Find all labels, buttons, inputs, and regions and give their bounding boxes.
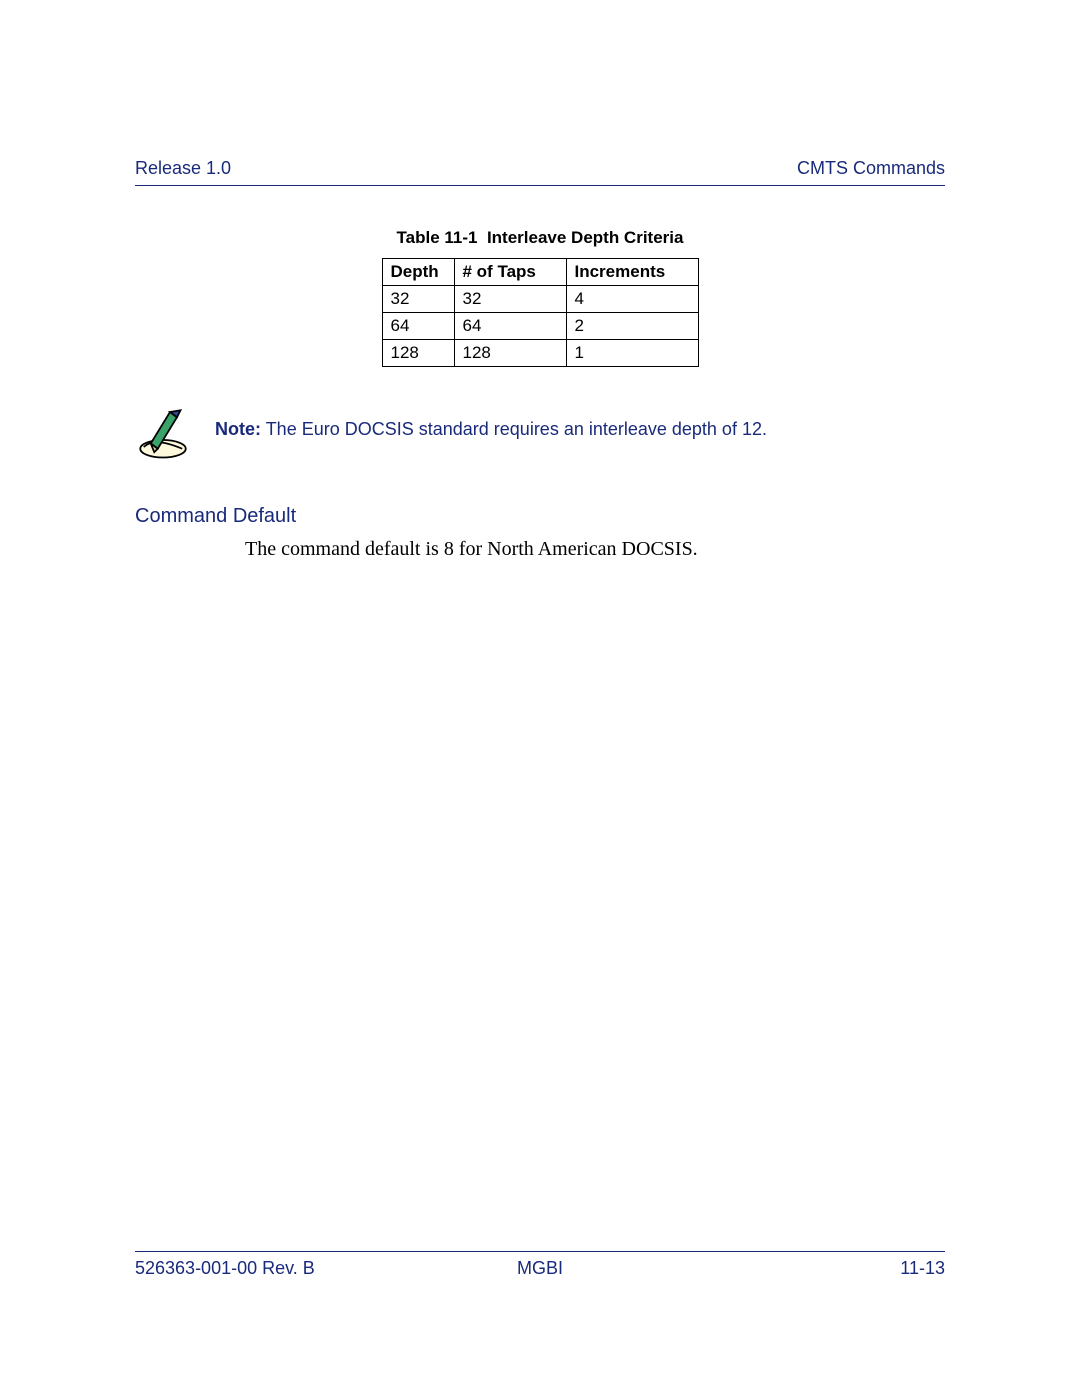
note-label: Note: bbox=[215, 419, 261, 439]
cell-depth: 128 bbox=[382, 340, 454, 367]
page-footer: 526363-001-00 Rev. B MGBI 11-13 bbox=[135, 1251, 945, 1279]
table-caption-prefix: Table 11-1 bbox=[397, 228, 478, 247]
cell-incr: 1 bbox=[566, 340, 698, 367]
cell-incr: 2 bbox=[566, 313, 698, 340]
page: Release 1.0 CMTS Commands Table 11-1 Int… bbox=[0, 0, 1080, 1397]
header-left: Release 1.0 bbox=[135, 158, 231, 179]
interleave-depth-table: Depth # of Taps Increments 32 32 4 64 64… bbox=[382, 258, 699, 367]
section-heading: Command Default bbox=[135, 505, 945, 528]
pen-note-icon bbox=[135, 405, 191, 461]
note-block: Note: The Euro DOCSIS standard requires … bbox=[135, 405, 945, 461]
col-header-depth: Depth bbox=[382, 259, 454, 286]
cell-taps: 32 bbox=[454, 286, 566, 313]
footer-center: MGBI bbox=[135, 1258, 945, 1279]
cell-taps: 64 bbox=[454, 313, 566, 340]
section-body: The command default is 8 for North Ameri… bbox=[245, 538, 945, 561]
table-caption-title: Interleave Depth Criteria bbox=[487, 228, 684, 247]
note-body: The Euro DOCSIS standard requires an int… bbox=[266, 419, 767, 439]
col-header-taps: # of Taps bbox=[454, 259, 566, 286]
table-row: 64 64 2 bbox=[382, 313, 698, 340]
table-row: 32 32 4 bbox=[382, 286, 698, 313]
note-text: Note: The Euro DOCSIS standard requires … bbox=[215, 419, 767, 440]
col-header-increments: Increments bbox=[566, 259, 698, 286]
cell-incr: 4 bbox=[566, 286, 698, 313]
header-right: CMTS Commands bbox=[797, 158, 945, 179]
table-caption: Table 11-1 Interleave Depth Criteria bbox=[135, 228, 945, 248]
table-row: 128 128 1 bbox=[382, 340, 698, 367]
cell-taps: 128 bbox=[454, 340, 566, 367]
page-header: Release 1.0 CMTS Commands bbox=[135, 158, 945, 186]
table-header-row: Depth # of Taps Increments bbox=[382, 259, 698, 286]
cell-depth: 32 bbox=[382, 286, 454, 313]
cell-depth: 64 bbox=[382, 313, 454, 340]
